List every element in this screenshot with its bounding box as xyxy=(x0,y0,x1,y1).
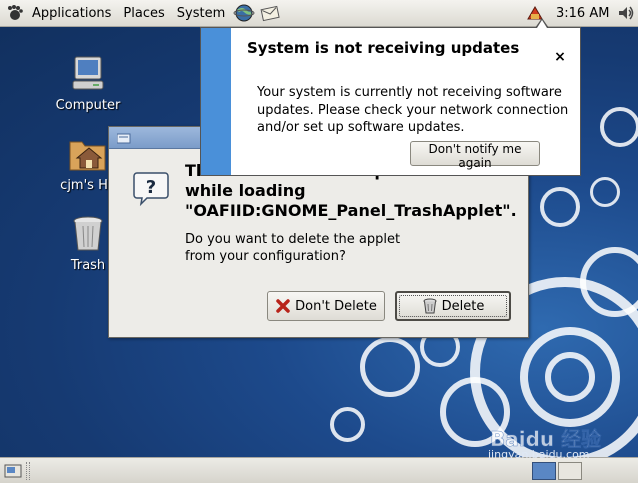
trash-can-icon xyxy=(423,298,437,314)
dont-delete-label: Don't Delete xyxy=(295,298,377,314)
delete-button[interactable]: Delete xyxy=(395,291,511,321)
swirl-decoration xyxy=(545,352,595,402)
notification-body: Your system is currently not receiving s… xyxy=(257,85,569,135)
swirl-decoration xyxy=(590,177,620,207)
question-icon: ? xyxy=(133,172,169,207)
menu-applications[interactable]: Applications xyxy=(26,0,117,27)
clock[interactable]: 3:16 AM xyxy=(556,0,609,27)
baidu-watermark-logo: Baidu 经验 xyxy=(490,427,601,452)
swirl-decoration xyxy=(330,407,365,442)
dont-delete-button[interactable]: Don't Delete xyxy=(267,291,385,321)
volume-icon[interactable] xyxy=(617,4,635,22)
menu-system[interactable]: System xyxy=(171,0,231,27)
computer-icon xyxy=(72,56,104,90)
svg-text:?: ? xyxy=(146,177,156,198)
home-folder-icon xyxy=(69,141,106,171)
notification-tail-inner xyxy=(537,20,547,28)
window-menu-icon[interactable] xyxy=(117,132,131,144)
desktop-icon-computer[interactable]: Computer xyxy=(43,54,133,113)
update-notification: System is not receiving updates × Your s… xyxy=(200,27,581,176)
email-launcher-icon[interactable] xyxy=(259,3,281,23)
notification-title: System is not receiving updates xyxy=(247,39,520,57)
swirl-decoration xyxy=(360,337,420,397)
close-icon[interactable]: × xyxy=(553,50,567,64)
trash-icon xyxy=(73,216,103,251)
desktop-icon-label: Computer xyxy=(55,98,121,113)
x-cross-icon xyxy=(276,299,290,313)
swirl-decoration xyxy=(540,187,580,227)
web-browser-launcher-icon[interactable] xyxy=(233,3,255,23)
menu-places[interactable]: Places xyxy=(117,0,170,27)
notification-accent-stripe xyxy=(201,28,231,175)
dont-notify-button[interactable]: Don't notify me again xyxy=(410,141,540,170)
panel-handle[interactable] xyxy=(26,462,30,480)
gnome-foot-icon xyxy=(8,5,23,20)
swirl-decoration xyxy=(600,107,638,147)
dialog-message: Do you want to delete the applet from yo… xyxy=(185,232,401,264)
watermark-url: jingyan.baidu.com xyxy=(488,448,590,461)
delete-label: Delete xyxy=(441,298,485,314)
show-desktop-icon[interactable] xyxy=(3,462,23,480)
